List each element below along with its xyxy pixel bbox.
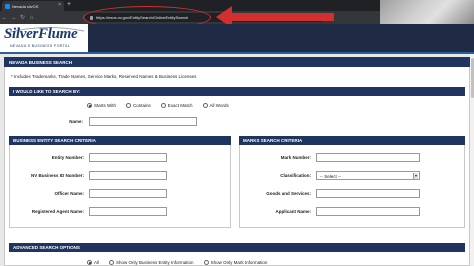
classification-label: Classification: (280, 173, 311, 178)
logo-subtitle: NEVADA'S BUSINESS PORTAL (10, 44, 71, 48)
radio-icon[interactable] (87, 103, 92, 108)
marks-criteria-header: MARKS SEARCH CRITERIA (239, 136, 465, 145)
classification-value: -- Select -- (320, 173, 342, 179)
advanced-option-label: Show Only Mark Information (210, 260, 268, 265)
includes-note: * Includes Trademarks, Trade Names, Serv… (11, 74, 197, 79)
logo-text: SilverFlume (4, 26, 78, 42)
applicant-name-label: Applicant Name: (275, 209, 311, 214)
match-option-label: Exact Match (167, 103, 193, 108)
advanced-option-mark-only[interactable]: Show Only Mark Information (203, 260, 268, 265)
radio-icon[interactable] (126, 103, 132, 108)
name-label: Name: (69, 119, 83, 124)
match-option-all-words[interactable]: All Words (202, 103, 229, 108)
match-option-label: All Words (209, 103, 229, 108)
back-icon[interactable]: ← (0, 15, 9, 21)
radio-icon[interactable] (203, 260, 209, 265)
goods-services-input[interactable] (316, 189, 420, 198)
entity-number-input[interactable] (89, 153, 167, 162)
header-band (88, 24, 474, 52)
classification-select[interactable]: -- Select -- ▾ (316, 171, 420, 180)
advanced-option-label: Show Only Business Entity Information (116, 260, 194, 265)
registered-agent-input[interactable] (89, 207, 167, 216)
lock-icon (90, 15, 93, 20)
officer-name-label: Officer Name: (54, 191, 84, 196)
match-options: Starts With Contains Exact Match All Wor… (87, 103, 229, 108)
applicant-name-input[interactable] (316, 207, 420, 216)
match-option-label: Starts With (94, 103, 117, 108)
goods-services-label: Goods and Services: (266, 191, 311, 196)
match-option-starts-with[interactable]: Starts With (87, 103, 116, 108)
scrollbar-thumb[interactable] (470, 58, 474, 98)
mark-number-label: Mark Number: (280, 155, 311, 160)
officer-name-input[interactable] (89, 189, 167, 198)
match-option-label: Contains (133, 103, 151, 108)
advanced-option-label: All (94, 260, 100, 265)
browser-tab[interactable]: Nevada silvOS × (2, 1, 64, 11)
radio-icon[interactable] (109, 260, 115, 265)
chevron-down-icon[interactable]: ▾ (413, 173, 418, 179)
name-input[interactable] (89, 117, 197, 126)
page-title: NEVADA BUSINESS SEARCH (4, 57, 470, 67)
reload-icon[interactable]: ↻ (18, 14, 27, 21)
radio-icon[interactable] (160, 103, 166, 108)
search-by-header: I WOULD LIKE TO SEARCH BY: (9, 87, 465, 96)
favicon-icon (5, 3, 10, 9)
home-icon[interactable]: ⌂ (27, 15, 36, 21)
entity-criteria-header: BUSINESS ENTITY SEARCH CRITERIA (9, 136, 231, 145)
advanced-options-header: ADVANCED SEARCH OPTIONS (9, 243, 465, 252)
match-option-contains[interactable]: Contains (126, 103, 151, 108)
radio-icon[interactable] (202, 103, 208, 108)
forward-icon[interactable]: → (9, 15, 18, 21)
close-icon[interactable]: × (58, 2, 61, 8)
nv-business-id-label: NV Business ID Number: (30, 173, 84, 178)
nv-business-id-input[interactable] (89, 171, 167, 180)
new-tab-icon[interactable]: + (67, 1, 71, 8)
match-option-exact-match[interactable]: Exact Match (160, 103, 193, 108)
advanced-options: All Show Only Business Entity Informatio… (87, 260, 267, 265)
page-scrollbar[interactable] (470, 54, 474, 266)
profile-photo (380, 0, 474, 25)
entity-number-label: Entity Number: (51, 155, 84, 160)
tab-title: Nevada silvOS (12, 3, 39, 9)
url-text: https://esos.nv.gov/EntitySearch/OnlineE… (96, 15, 189, 20)
mark-number-input[interactable] (316, 153, 420, 162)
silverflume-logo[interactable]: SilverFlume NEVADA'S BUSINESS PORTAL (4, 25, 87, 51)
registered-agent-label: Registered Agent Name: (31, 209, 84, 214)
advanced-option-all[interactable]: All (87, 260, 99, 265)
radio-icon[interactable] (87, 260, 92, 265)
advanced-option-entity-only[interactable]: Show Only Business Entity Information (109, 260, 194, 265)
